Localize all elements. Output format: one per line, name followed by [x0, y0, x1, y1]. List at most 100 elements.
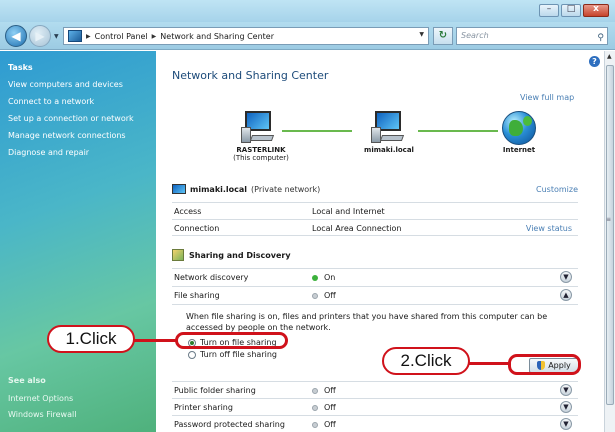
- forward-arrow-icon: ▶: [35, 29, 45, 43]
- search-icon[interactable]: ⚲: [597, 30, 604, 46]
- computer-name: RASTERLINK: [236, 146, 286, 154]
- status-on-icon: [312, 274, 318, 281]
- network-discovery-label: Network discovery: [174, 273, 249, 282]
- search-input[interactable]: Search ⚲: [456, 27, 608, 45]
- scroll-up-icon[interactable]: ▲: [607, 53, 612, 60]
- refresh-button[interactable]: ↻: [433, 27, 453, 45]
- minimize-button[interactable]: –: [539, 4, 559, 17]
- network-icon[interactable]: [371, 111, 407, 145]
- access-label: Access: [174, 207, 202, 216]
- task-diagnose-repair[interactable]: Diagnose and repair: [8, 148, 89, 157]
- address-bar[interactable]: ▶ Control Panel ▶ Network and Sharing Ce…: [63, 27, 429, 45]
- title-bar: – □ x: [0, 0, 615, 22]
- control-panel-icon: [68, 30, 82, 42]
- network-discovery-row[interactable]: Network discovery On ▼: [172, 268, 578, 286]
- globe-land-shape: [523, 116, 532, 126]
- connection-label: Connection: [174, 224, 220, 233]
- chevron-down-icon[interactable]: ▼: [560, 271, 572, 283]
- see-also-internet-options[interactable]: Internet Options: [8, 394, 73, 403]
- breadcrumb-separator-icon[interactable]: ▶: [86, 33, 91, 40]
- file-sharing-label: File sharing: [174, 291, 220, 300]
- breadcrumb-separator-icon[interactable]: ▶: [152, 33, 157, 40]
- computer-subtitle: (This computer): [233, 154, 289, 162]
- connection-row: Connection Local Area Connection View st…: [172, 219, 578, 236]
- this-computer-label: RASTERLINK (This computer): [216, 146, 306, 162]
- access-row: Access Local and Internet: [172, 202, 578, 219]
- customize-link[interactable]: Customize: [536, 185, 578, 194]
- status-off-icon: [312, 404, 318, 411]
- turn-off-file-sharing-label: Turn off file sharing: [200, 350, 277, 359]
- see-also-windows-firewall[interactable]: Windows Firewall: [8, 410, 76, 419]
- callout-connector-1: [133, 339, 177, 342]
- sharing-discovery-title: Sharing and Discovery: [189, 250, 291, 260]
- connection-value: Local Area Connection: [312, 224, 402, 233]
- search-placeholder: Search: [461, 31, 489, 40]
- password-protected-sharing-status: Off: [312, 420, 336, 429]
- network-name: mimaki.local: [190, 184, 248, 194]
- sharing-discovery-heading: Sharing and Discovery: [172, 249, 291, 261]
- connection-line: [282, 130, 352, 132]
- chevron-down-icon[interactable]: ▼: [560, 418, 572, 430]
- file-sharing-row[interactable]: File sharing Off ▲: [172, 286, 578, 304]
- forward-button[interactable]: ▶: [29, 25, 51, 47]
- highlight-apply-button: [508, 354, 581, 375]
- window-controls: – □ x: [539, 4, 609, 17]
- back-button[interactable]: ◀: [5, 25, 27, 47]
- view-full-map-link[interactable]: View full map: [520, 93, 574, 102]
- file-sharing-description: When file sharing is on, files and print…: [186, 312, 548, 332]
- vertical-scrollbar[interactable]: ▲ ≡: [604, 51, 615, 432]
- password-protected-sharing-status-text: Off: [324, 420, 336, 429]
- scroll-thumb[interactable]: [606, 65, 614, 405]
- task-connect-network[interactable]: Connect to a network: [8, 97, 94, 106]
- task-view-computers[interactable]: View computers and devices: [8, 80, 123, 89]
- chevron-up-icon[interactable]: ▲: [560, 289, 572, 301]
- printer-sharing-status-text: Off: [324, 403, 336, 412]
- printer-sharing-label: Printer sharing: [174, 403, 233, 412]
- chevron-down-icon[interactable]: ▼: [560, 401, 572, 413]
- task-manage-connections[interactable]: Manage network connections: [8, 131, 126, 140]
- callout-connector-2: [468, 362, 510, 365]
- radio-unchecked-icon[interactable]: [188, 350, 196, 359]
- sharing-icon: [172, 249, 184, 261]
- close-icon: x: [593, 4, 599, 14]
- file-sharing-status-text: Off: [324, 291, 336, 300]
- public-folder-sharing-status-text: Off: [324, 386, 336, 395]
- back-arrow-icon: ◀: [11, 29, 21, 43]
- callout-2-click: 2.Click: [382, 347, 470, 375]
- public-folder-sharing-status: Off: [312, 386, 336, 395]
- page-title: Network and Sharing Center: [172, 69, 329, 82]
- network-small-icon: [172, 184, 186, 194]
- breadcrumb-control-panel[interactable]: Control Panel: [95, 32, 148, 41]
- recent-pages-dropdown-icon[interactable]: ▼: [54, 33, 59, 40]
- callout-1-click: 1.Click: [47, 325, 135, 353]
- globe-land-shape: [509, 120, 523, 136]
- password-protected-sharing-label: Password protected sharing: [174, 420, 285, 429]
- printer-sharing-row[interactable]: Printer sharing Off ▼: [172, 398, 578, 415]
- address-dropdown-icon[interactable]: ▼: [419, 31, 424, 38]
- internet-globe-icon[interactable]: [502, 111, 536, 145]
- task-setup-connection[interactable]: Set up a connection or network: [8, 114, 134, 123]
- file-sharing-status: Off: [312, 291, 336, 300]
- view-status-link[interactable]: View status: [526, 224, 572, 233]
- turn-off-file-sharing-option[interactable]: Turn off file sharing: [188, 350, 277, 359]
- maximize-button[interactable]: □: [561, 4, 581, 17]
- maximize-icon: □: [566, 4, 576, 14]
- address-row: ◀ ▶ ▼ ▶ Control Panel ▶ Network and Shar…: [0, 22, 615, 50]
- network-discovery-status-text: On: [324, 273, 336, 282]
- minimize-icon: –: [546, 4, 552, 14]
- task-pane: Tasks View computers and devices Connect…: [0, 51, 156, 432]
- help-icon[interactable]: ?: [589, 56, 600, 67]
- status-off-icon: [312, 292, 318, 299]
- chevron-down-icon[interactable]: ▼: [560, 384, 572, 396]
- keyboard-shape: [249, 135, 275, 141]
- network-label: mimaki.local: [364, 146, 414, 154]
- password-protected-sharing-row[interactable]: Password protected sharing Off ▼: [172, 415, 578, 432]
- public-folder-sharing-row[interactable]: Public folder sharing Off ▼: [172, 381, 578, 398]
- status-off-icon: [312, 387, 318, 394]
- connection-line: [418, 130, 498, 132]
- close-button[interactable]: x: [583, 4, 609, 17]
- this-computer-icon[interactable]: [241, 111, 277, 145]
- see-also-heading: See also: [8, 376, 46, 385]
- breadcrumb-network-sharing[interactable]: Network and Sharing Center: [160, 32, 274, 41]
- network-discovery-status: On: [312, 273, 335, 282]
